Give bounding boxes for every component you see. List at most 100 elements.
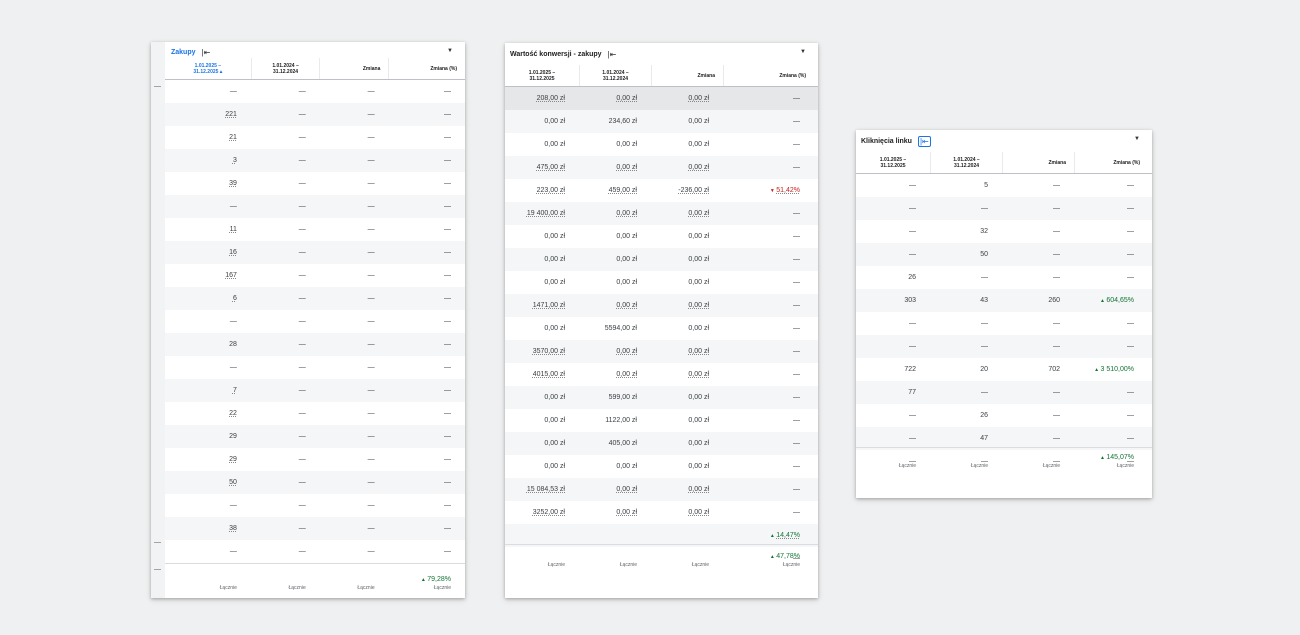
panel-title[interactable]: Wartość konwersji - zakupy — [510, 51, 602, 58]
table-row: 3252,00 zł 0,00 zł 0,00 zł — — [505, 501, 818, 524]
column-header[interactable]: Zmiana (%) — [1074, 152, 1148, 173]
table-cell: 0,00 zł — [616, 463, 637, 470]
table-row: 19 400,00 zł 0,00 zł 0,00 zł — — [505, 202, 818, 225]
totals-row: Łącznie Łącznie Łącznie ▲ 47,78% Łącznie — [505, 544, 818, 576]
side-strip: — — — — [151, 42, 165, 598]
table-row: 0,00 zł 599,00 zł 0,00 zł — — [505, 386, 818, 409]
table-cell: — — [1127, 435, 1134, 442]
total-cell: Łącznie — [320, 564, 389, 598]
column-header[interactable]: 1.01.2025 –31.12.2025 — [505, 65, 579, 86]
table-cell: 11 — [229, 226, 237, 233]
change-percent: 3 510,00% — [1100, 366, 1134, 373]
table-row: — — — — — [165, 310, 465, 333]
table-row: 303 43 260 ▲ 604,65% — [856, 289, 1152, 312]
table-cell: 0,00 zł — [688, 141, 709, 148]
column-header[interactable]: Zmiana — [319, 58, 388, 79]
table-cell: 77 — [908, 389, 916, 396]
table-cell: 0,00 zł — [688, 164, 709, 171]
table-cell: — — [981, 320, 988, 327]
table-cell: 0,00 zł — [616, 164, 637, 171]
column-header[interactable]: 1.01.2024 –31.12.2024 — [250, 58, 320, 79]
total-label: Łącznie — [433, 585, 452, 591]
table-cell: — — [444, 502, 452, 509]
table-cell: 0,00 zł — [688, 256, 709, 263]
column-header-label: Zmiana — [362, 65, 381, 72]
table-row: 221 — — — — [165, 103, 465, 126]
column-header[interactable]: 1.01.2025 –31.12.2025 — [856, 152, 930, 173]
table-cell: — — [298, 456, 306, 463]
table-cell: — — [367, 525, 375, 532]
table-cell: 3 — [232, 157, 237, 164]
table-cell: 0,00 zł — [544, 118, 565, 125]
table-cell: 0,00 zł — [688, 233, 709, 240]
column-header[interactable]: Zmiana (%) — [723, 65, 814, 86]
table-row: 77 — — — — [856, 381, 1152, 404]
table-row: — 50 — — — [856, 243, 1152, 266]
table-cell: 234,60 zł — [608, 118, 637, 125]
table-cell: 0,00 zł — [616, 509, 637, 516]
table-cell: — — [1053, 389, 1060, 396]
table-cell: — — [793, 279, 800, 286]
table-cell: 303 — [904, 297, 916, 304]
table-cell: — — [793, 417, 800, 424]
column-header-label: 31.12.2024 — [273, 68, 299, 75]
table-cell: 221 — [225, 111, 237, 118]
table-cell: — — [1127, 274, 1134, 281]
total-cell: ▲ 145,07% Łącznie — [1074, 448, 1148, 477]
total-cell: ▲ 47,78% Łącznie — [723, 545, 814, 576]
table-cell: 0,00 zł — [616, 141, 637, 148]
table-cell: — — [298, 180, 306, 187]
table-cell: — — [909, 182, 916, 189]
table-cell: — — [298, 272, 306, 279]
table-cell: 0,00 zł — [616, 302, 637, 309]
table-cell: — — [793, 440, 800, 447]
conversion-value-table-panel: Wartość konwersji - zakupy |⇤ ▼ 1.01.202… — [505, 43, 818, 598]
column-header[interactable]: Zmiana — [651, 65, 723, 86]
dropdown-arrow-icon[interactable]: ▼ — [447, 48, 453, 54]
table-cell: 0,00 zł — [544, 233, 565, 240]
table-cell: — — [298, 157, 306, 164]
table-cell: — — [298, 88, 306, 95]
table-cell: — — [793, 233, 800, 240]
dropdown-arrow-icon[interactable]: ▼ — [800, 49, 806, 55]
collapse-left-icon[interactable]: |⇤ — [608, 50, 617, 59]
table-cell: — — [793, 509, 800, 516]
panel-title[interactable]: Zakupy — [171, 49, 196, 56]
collapse-left-icon[interactable]: |⇤ — [917, 135, 931, 147]
table-cell: 6 — [232, 295, 237, 302]
table-cell: — — [1053, 228, 1060, 235]
table-cell: 0,00 zł — [688, 325, 709, 332]
column-header[interactable]: Zmiana — [1002, 152, 1074, 173]
table-cell: — — [444, 387, 452, 394]
table-cell: — — [909, 205, 916, 212]
triangle-up-icon: ▲ — [769, 554, 777, 560]
table-cell: — — [1053, 182, 1060, 189]
table-cell: — — [444, 272, 452, 279]
table-cell: 459,00 zł — [608, 187, 637, 194]
table-cell: 20 — [980, 366, 988, 373]
table-cell: — — [793, 371, 800, 378]
panel-title[interactable]: Kliknięcia linku — [861, 138, 912, 145]
table-cell: — — [298, 111, 306, 118]
table-row: 0,00 zł 0,00 zł 0,00 zł — — [505, 248, 818, 271]
table-cell: — — [1053, 320, 1060, 327]
collapse-left-icon[interactable]: |⇤ — [202, 48, 211, 57]
table-cell: 32 — [980, 228, 988, 235]
total-label: Łącznie — [1116, 463, 1134, 469]
column-header[interactable]: 1.01.2024 –31.12.2024 — [930, 152, 1002, 173]
table-cell: — — [298, 226, 306, 233]
table-row: — — — — — [165, 195, 465, 218]
table-cell: — — [1127, 343, 1134, 350]
column-header[interactable]: Zmiana (%) — [388, 58, 465, 79]
table-row: 7 — — — — [165, 379, 465, 402]
dropdown-arrow-icon[interactable]: ▼ — [1134, 136, 1140, 142]
table-row: 3 — — — — [165, 149, 465, 172]
table-cell: 7 — [232, 387, 237, 394]
table-cell: — — [298, 479, 306, 486]
table-cell: — — [444, 410, 452, 417]
table-cell: 0,00 zł — [544, 325, 565, 332]
table-cell: 0,00 zł — [616, 256, 637, 263]
table-cell: — — [367, 502, 375, 509]
column-header[interactable]: 1.01.2025 –31.12.2025 ▴ — [165, 58, 251, 79]
column-header[interactable]: 1.01.2024 –31.12.2024 — [579, 65, 651, 86]
